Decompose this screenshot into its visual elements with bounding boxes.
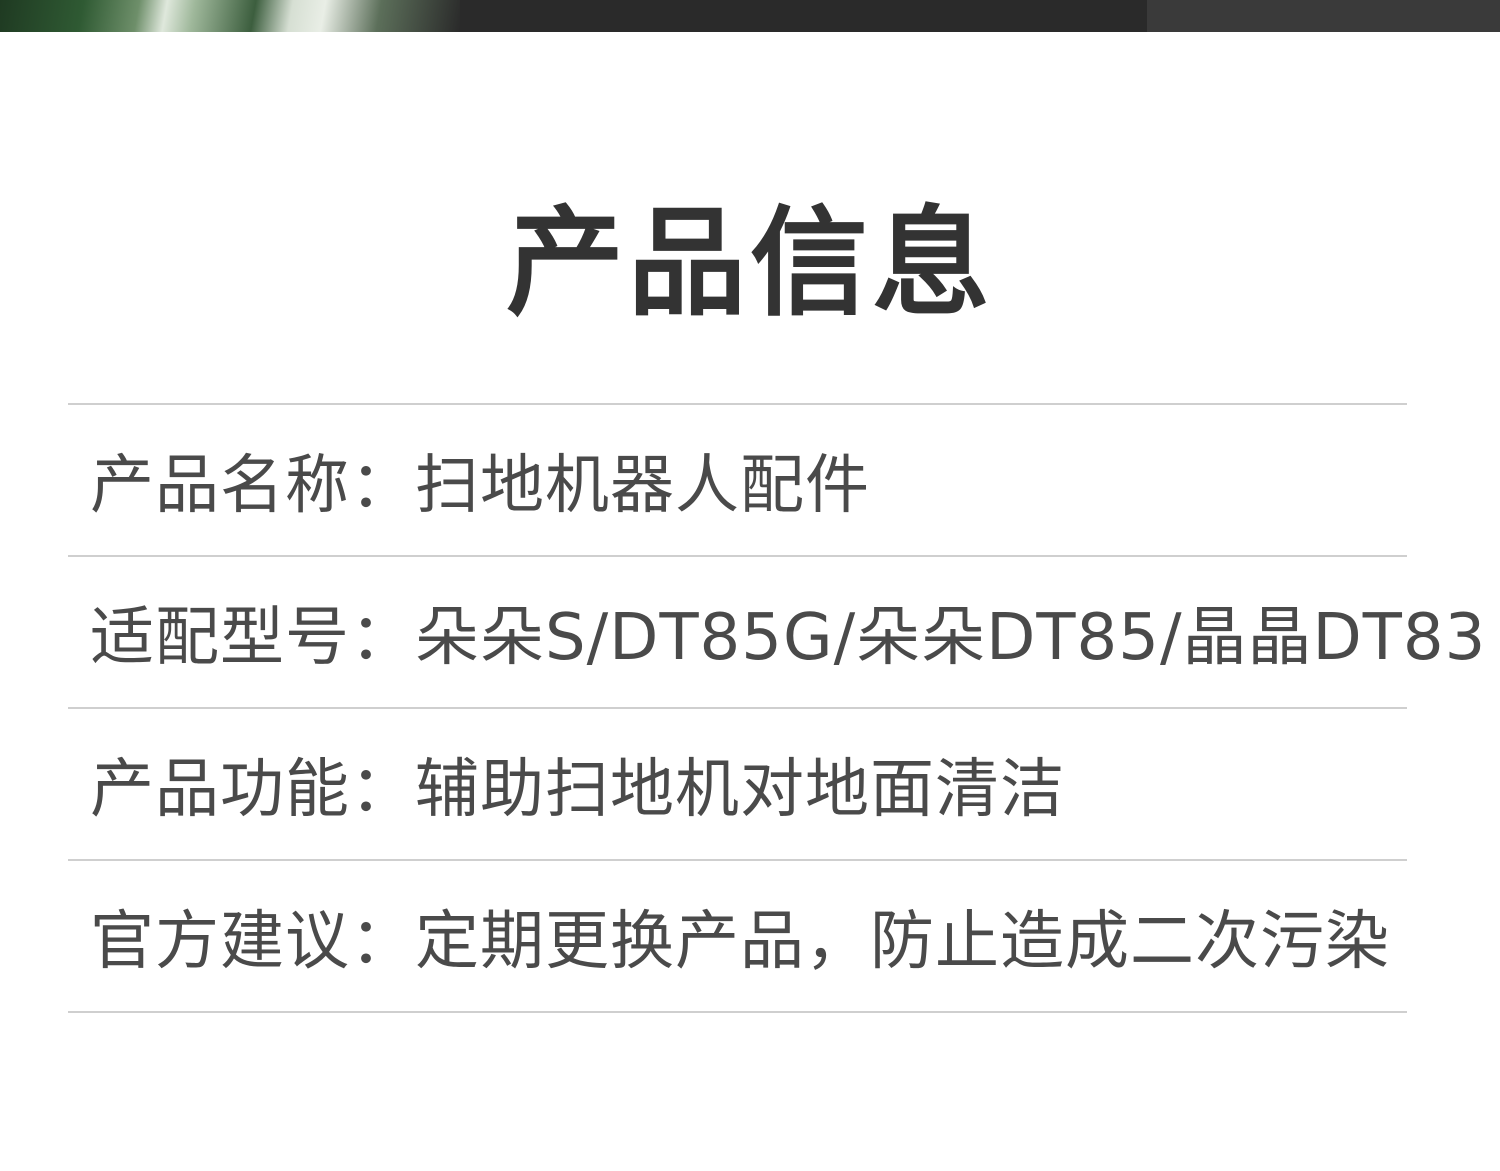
banner-right-panel (1147, 0, 1500, 32)
top-banner-image (0, 0, 1500, 32)
row-value: 辅助扫地机对地面清洁 (415, 753, 1065, 827)
divider (68, 1011, 1407, 1013)
row-value: 朵朵S/DT85G/朵朵DT85/晶晶DT83 (415, 601, 1487, 675)
row-value: 扫地机器人配件 (415, 449, 870, 523)
row-label: 适配型号： (90, 601, 415, 675)
info-row-function: 产品功能： 辅助扫地机对地面清洁 (68, 709, 1407, 859)
info-row-product-name: 产品名称： 扫地机器人配件 (68, 405, 1407, 555)
row-label: 官方建议： (90, 905, 415, 979)
product-info-table: 产品名称： 扫地机器人配件 适配型号： 朵朵S/DT85G/朵朵DT85/晶晶DT8… (68, 403, 1485, 1013)
info-row-official-advice: 官方建议： 定期更换产品，防止造成二次污染 (68, 861, 1407, 1011)
row-value: 定期更换产品，防止造成二次污染 (415, 905, 1390, 979)
page-title: 产品信息 (505, 194, 994, 332)
row-label: 产品功能： (90, 753, 415, 827)
row-label: 产品名称： (90, 449, 415, 523)
info-row-compatible-models: 适配型号： 朵朵S/DT85G/朵朵DT85/晶晶DT83 (68, 557, 1485, 707)
foliage-photo (0, 0, 460, 32)
product-info-page: 产品信息 产品名称： 扫地机器人配件 适配型号： 朵朵S/DT85G/朵朵DT85/… (0, 0, 1500, 1171)
